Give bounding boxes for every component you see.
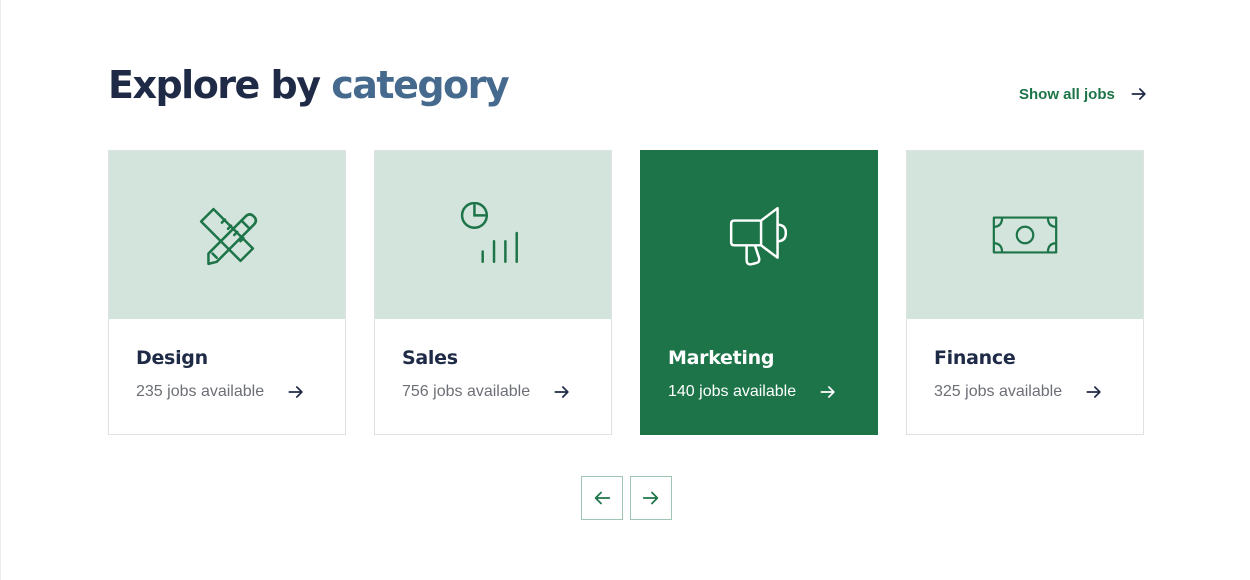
category-card-design[interactable]: Design 235 jobs available [108,150,346,435]
category-card-sales-count: 756 jobs available [402,383,531,400]
category-card-marketing-title: Marketing [668,347,775,369]
banknote-icon [992,216,1058,254]
category-card-finance-tile [907,151,1143,319]
category-card-marketing-count: 140 jobs available [668,383,797,400]
show-all-jobs-label: Show all jobs [1019,85,1115,103]
arrow-right-icon [288,386,303,398]
arrow-right-icon [820,386,835,398]
arrow-right-icon [1086,386,1101,398]
category-card-sales[interactable]: Sales 756 jobs available [374,150,612,435]
section-title-accent: category [331,63,509,107]
category-card-finance-title: Finance [934,347,1016,369]
section-title-prefix: Explore by [108,63,321,107]
category-card-sales-tile [375,151,611,319]
arrow-right-icon [554,386,569,398]
category-card-design-tile [109,151,345,319]
section-title: Explore by category [108,62,510,108]
arrow-right-icon [1131,88,1146,100]
next-button[interactable] [630,476,672,520]
pencil-ruler-icon [199,207,258,266]
pie-chart-bars-icon [460,202,518,264]
arrow-right-icon [642,491,659,505]
category-card-design-title: Design [136,347,208,369]
previous-button[interactable] [581,476,623,520]
category-card-sales-title: Sales [402,347,458,369]
carousel-pagination [581,476,672,520]
megaphone-icon [729,206,788,266]
category-card-marketing-tile [641,151,877,319]
category-card-finance[interactable]: Finance 325 jobs available [906,150,1144,435]
category-cards: Design 235 jobs available Sales 756 jobs… [108,150,1144,435]
show-all-jobs-link[interactable]: Show all jobs [1019,84,1149,104]
category-card-design-count: 235 jobs available [136,383,265,400]
category-card-finance-count: 325 jobs available [934,383,1063,400]
arrow-left-icon [594,491,611,505]
page-left-border [0,0,1,580]
category-card-marketing[interactable]: Marketing 140 jobs available [640,150,878,435]
